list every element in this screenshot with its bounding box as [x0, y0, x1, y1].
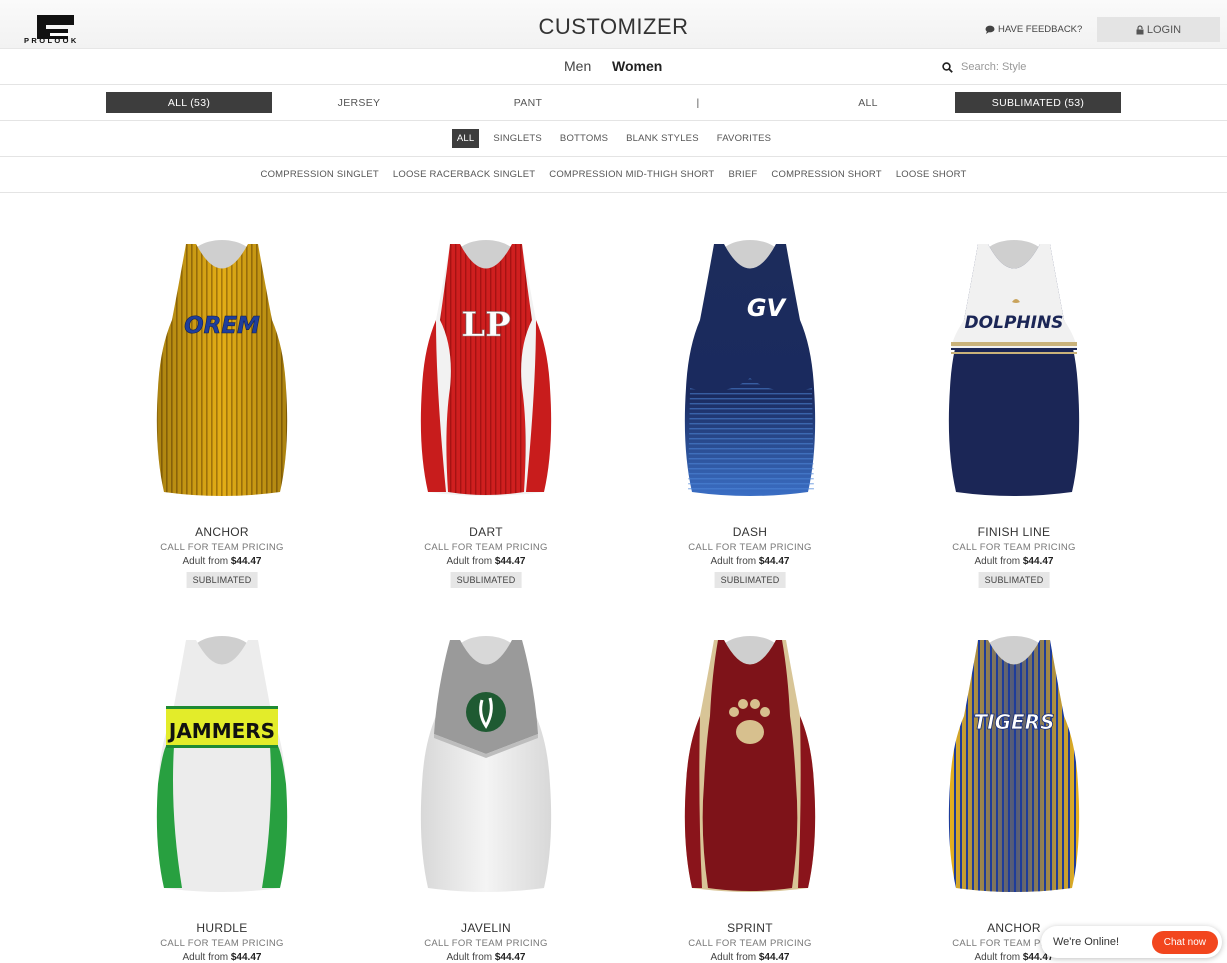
sublimated-badge: SUBLIMATED: [186, 572, 258, 588]
product-price: Adult from $44.47: [182, 952, 262, 963]
product-call-pricing: CALL FOR TEAM PRICING: [688, 938, 812, 949]
login-button[interactable]: LOGIN: [1097, 17, 1220, 42]
filter-pant[interactable]: PANT: [445, 92, 611, 113]
product-name: HURDLE: [196, 921, 248, 935]
product-price: Adult from $44.47: [446, 952, 526, 963]
jersey-logo: TIGERS: [974, 710, 1055, 734]
jersey-logo: JAMMERS: [167, 719, 275, 743]
product-call-pricing: CALL FOR TEAM PRICING: [952, 542, 1076, 553]
subcategory-item[interactable]: COMPRESSION MID-THIGH SHORT: [549, 169, 714, 180]
product-name: DART: [469, 525, 503, 539]
singlet-image: [684, 636, 816, 892]
product-name: ANCHOR: [195, 525, 249, 539]
category-blank-styles[interactable]: BLANK STYLES: [622, 129, 703, 148]
subcategory-item[interactable]: LOOSE RACERBACK SINGLET: [393, 169, 535, 180]
search-box: [942, 57, 1220, 77]
singlet-image: OREM: [156, 240, 288, 496]
product-name: FINISH LINE: [977, 525, 1051, 539]
subcategory-item[interactable]: LOOSE SHORT: [896, 169, 967, 180]
subcategory-item[interactable]: BRIEF: [728, 169, 757, 180]
subcategory-bar: COMPRESSION SINGLET LOOSE RACERBACK SING…: [0, 157, 1227, 193]
search-input[interactable]: [961, 61, 1211, 73]
product-price: Adult from $44.47: [974, 556, 1054, 567]
jersey-logo: GV: [747, 294, 788, 322]
top-header: PROLOOK CUSTOMIZER HAVE FEEDBACK? LOGIN: [0, 0, 1227, 49]
singlet-image: TIGERS: [948, 636, 1080, 892]
product-call-pricing: CALL FOR TEAM PRICING: [160, 938, 284, 949]
login-label: LOGIN: [1146, 23, 1182, 36]
category-bar: ALL SINGLETS BOTTOMS BLANK STYLES FAVORI…: [0, 121, 1227, 157]
product-name: JAVELIN: [461, 921, 511, 935]
filter-all-types[interactable]: ALL: [785, 92, 951, 113]
chat-now-button[interactable]: Chat now: [1151, 930, 1218, 954]
gender-bar: Men Women: [0, 49, 1227, 85]
filter-jersey[interactable]: JERSEY: [276, 92, 442, 113]
category-all[interactable]: ALL: [451, 129, 480, 148]
singlet-image: JAMMERS: [156, 636, 288, 892]
filter-all[interactable]: ALL (53): [106, 92, 272, 113]
product-call-pricing: CALL FOR TEAM PRICING: [424, 938, 548, 949]
tab-women[interactable]: Women: [612, 58, 662, 74]
sublimated-badge: SUBLIMATED: [978, 572, 1050, 588]
jersey-logo: LP: [461, 305, 510, 345]
sublimated-badge: SUBLIMATED: [714, 572, 786, 588]
singlet-image: [420, 636, 552, 892]
jersey-logo: OREM: [184, 313, 260, 339]
singlet-image: DOLPHINS: [948, 240, 1080, 496]
search-icon: [942, 61, 953, 73]
tab-men[interactable]: Men: [564, 58, 591, 74]
lock-icon: [1136, 24, 1144, 34]
chat-status: We're Online!: [1053, 936, 1120, 948]
singlet-image: GV: [684, 240, 816, 496]
product-name: DASH: [732, 525, 768, 539]
sublimated-badge: SUBLIMATED: [450, 572, 522, 588]
filter-sublimated[interactable]: SUBLIMATED (53): [955, 92, 1121, 113]
subcategory-item[interactable]: COMPRESSION SINGLET: [261, 169, 379, 180]
category-favorites[interactable]: FAVORITES: [713, 129, 775, 148]
type-filter-bar: ALL (53) JERSEY PANT | ALL SUBLIMATED (5…: [0, 85, 1227, 121]
filter-divider: |: [696, 96, 700, 109]
product-call-pricing: CALL FOR TEAM PRICING: [688, 542, 812, 553]
product-call-pricing: CALL FOR TEAM PRICING: [424, 542, 548, 553]
chat-widget[interactable]: We're Online! Chat now: [1041, 926, 1222, 958]
chat-bubble-icon: [985, 25, 995, 34]
product-call-pricing: CALL FOR TEAM PRICING: [160, 542, 284, 553]
subcategory-item[interactable]: COMPRESSION SHORT: [771, 169, 881, 180]
product-price: Adult from $44.47: [710, 556, 790, 567]
product-price: Adult from $44.47: [446, 556, 526, 567]
feedback-link[interactable]: HAVE FEEDBACK?: [985, 24, 1082, 35]
product-name: SPRINT: [727, 921, 773, 935]
category-singlets[interactable]: SINGLETS: [489, 129, 546, 148]
singlet-image: LP: [420, 240, 552, 496]
category-bottoms[interactable]: BOTTOMS: [556, 129, 612, 148]
product-price: Adult from $44.47: [182, 556, 262, 567]
feedback-label: HAVE FEEDBACK?: [998, 24, 1083, 35]
jersey-logo: DOLPHINS: [965, 313, 1064, 333]
product-price: Adult from $44.47: [710, 952, 790, 963]
